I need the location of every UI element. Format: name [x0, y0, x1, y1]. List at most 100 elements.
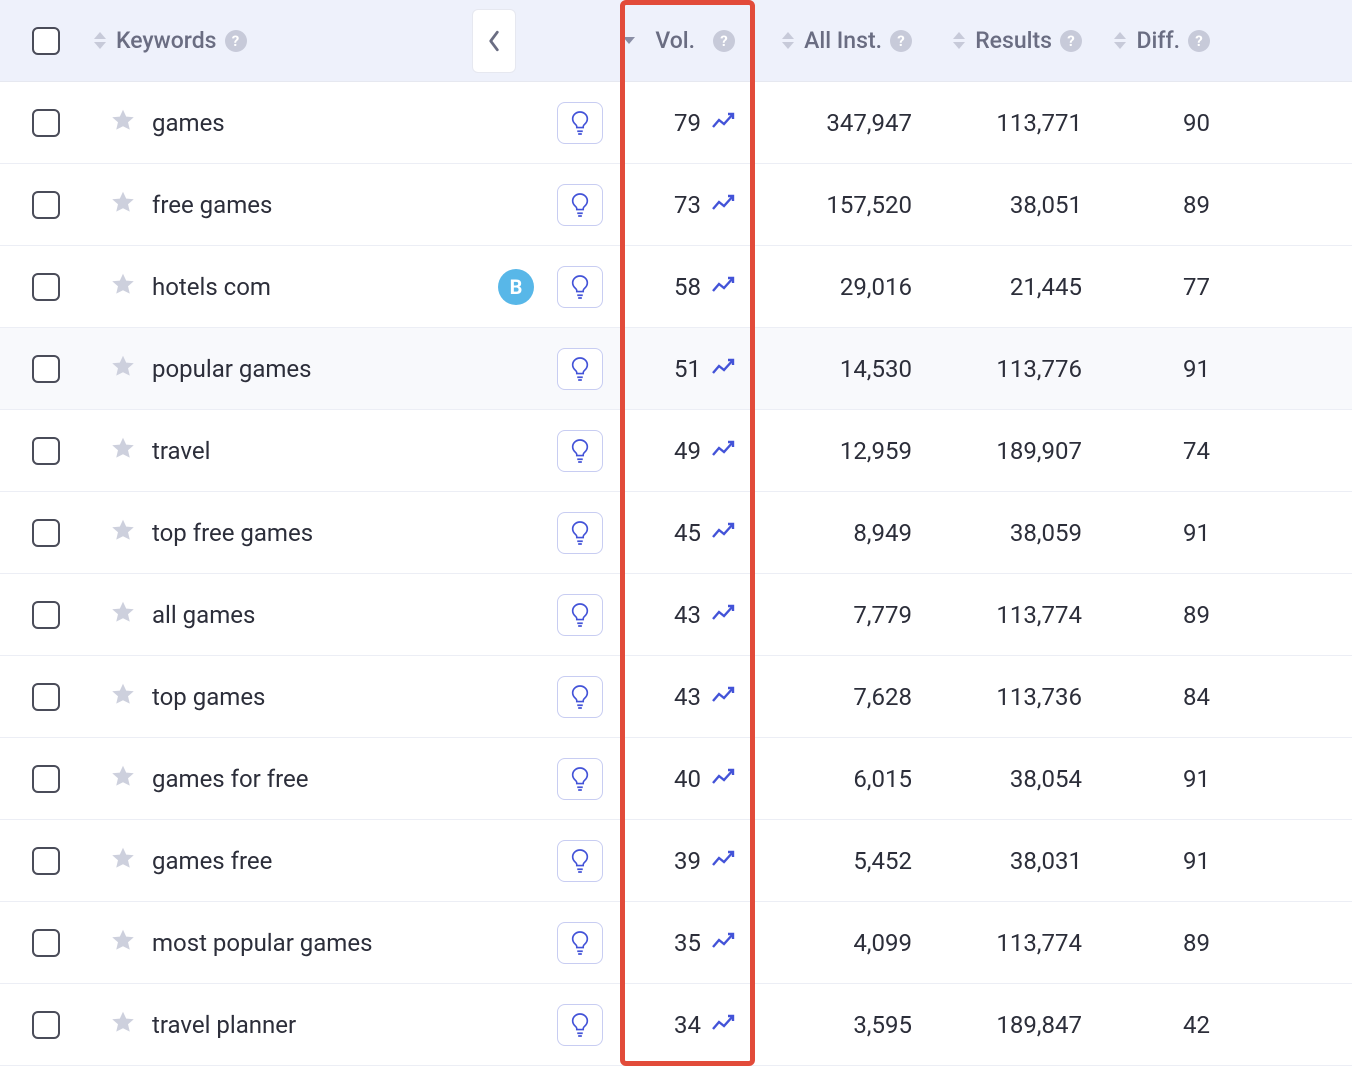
col-header-label: All Inst.: [804, 27, 882, 54]
hint-button[interactable]: [557, 594, 603, 636]
keyword-text[interactable]: free games: [152, 191, 272, 219]
table-row: free games 73 157,520 38,051 89: [0, 164, 1352, 246]
trend-icon[interactable]: [711, 929, 735, 957]
keyword-text[interactable]: travel planner: [152, 1011, 296, 1039]
keyword-text[interactable]: games free: [152, 847, 272, 875]
hint-button[interactable]: [557, 676, 603, 718]
keyword-text[interactable]: games: [152, 109, 225, 137]
keyword-text[interactable]: travel: [152, 437, 210, 465]
row-checkbox[interactable]: [32, 109, 60, 137]
col-header-keywords[interactable]: Keywords ?: [92, 9, 540, 73]
row-checkbox[interactable]: [32, 847, 60, 875]
collapse-button[interactable]: [472, 9, 516, 73]
hint-button[interactable]: [557, 266, 603, 308]
keyword-text[interactable]: hotels com: [152, 273, 271, 301]
star-icon[interactable]: [110, 599, 136, 631]
keyword-text[interactable]: popular games: [152, 355, 312, 383]
results-value: 38,059: [1010, 519, 1082, 547]
help-icon[interactable]: ?: [890, 30, 912, 52]
hint-button[interactable]: [557, 840, 603, 882]
help-icon[interactable]: ?: [1188, 30, 1210, 52]
star-icon[interactable]: [110, 107, 136, 139]
diff-value: 89: [1183, 601, 1210, 629]
trend-icon[interactable]: [711, 847, 735, 875]
star-icon[interactable]: [110, 681, 136, 713]
row-checkbox[interactable]: [32, 355, 60, 383]
hint-button[interactable]: [557, 512, 603, 554]
trend-icon[interactable]: [711, 601, 735, 629]
results-value: 113,774: [996, 929, 1082, 957]
star-icon[interactable]: [110, 189, 136, 221]
vol-value: 35: [674, 929, 701, 957]
star-icon[interactable]: [110, 763, 136, 795]
hint-button[interactable]: [557, 922, 603, 964]
keyword-text[interactable]: all games: [152, 601, 255, 629]
row-checkbox[interactable]: [32, 929, 60, 957]
results-value: 38,031: [1010, 847, 1082, 875]
col-header-vol[interactable]: Vol. ?: [620, 27, 755, 54]
keyword-text[interactable]: top free games: [152, 519, 313, 547]
results-value: 113,736: [996, 683, 1082, 711]
star-icon[interactable]: [110, 353, 136, 385]
trend-icon[interactable]: [711, 437, 735, 465]
row-checkbox[interactable]: [32, 273, 60, 301]
table-header: Keywords ? Vol. ? All Inst. ? Results ? …: [0, 0, 1352, 82]
keyword-text[interactable]: top games: [152, 683, 265, 711]
col-header-allinst[interactable]: All Inst. ?: [755, 27, 932, 54]
row-checkbox[interactable]: [32, 519, 60, 547]
sort-icon: [953, 32, 967, 50]
allinst-value: 7,779: [853, 601, 912, 629]
keyword-text[interactable]: most popular games: [152, 929, 372, 957]
trend-icon[interactable]: [711, 683, 735, 711]
row-checkbox[interactable]: [32, 1011, 60, 1039]
allinst-value: 14,530: [840, 355, 912, 383]
col-header-diff[interactable]: Diff. ?: [1102, 27, 1230, 54]
diff-value: 74: [1183, 437, 1210, 465]
trend-icon[interactable]: [711, 519, 735, 547]
help-icon[interactable]: ?: [225, 30, 247, 52]
results-value: 38,051: [1010, 191, 1082, 219]
allinst-value: 8,949: [853, 519, 912, 547]
help-icon[interactable]: ?: [713, 30, 735, 52]
table-row: travel planner 34 3,595 189,847 42: [0, 984, 1352, 1066]
row-checkbox[interactable]: [32, 437, 60, 465]
trend-icon[interactable]: [711, 109, 735, 137]
row-checkbox[interactable]: [32, 191, 60, 219]
hint-button[interactable]: [557, 348, 603, 390]
col-header-label: Vol.: [655, 27, 695, 54]
vol-value: 34: [674, 1011, 701, 1039]
col-header-label: Results: [975, 27, 1052, 54]
help-icon[interactable]: ?: [1060, 30, 1082, 52]
diff-value: 91: [1183, 847, 1210, 875]
results-value: 189,907: [996, 437, 1082, 465]
trend-icon[interactable]: [711, 191, 735, 219]
col-header-results[interactable]: Results ?: [932, 27, 1102, 54]
trend-icon[interactable]: [711, 355, 735, 383]
hint-button[interactable]: [557, 1004, 603, 1046]
hint-button[interactable]: [557, 102, 603, 144]
diff-value: 91: [1183, 355, 1210, 383]
allinst-value: 29,016: [840, 273, 912, 301]
allinst-value: 12,959: [840, 437, 912, 465]
hint-button[interactable]: [557, 430, 603, 472]
star-icon[interactable]: [110, 845, 136, 877]
hint-button[interactable]: [557, 758, 603, 800]
row-checkbox[interactable]: [32, 601, 60, 629]
star-icon[interactable]: [110, 927, 136, 959]
trend-icon[interactable]: [711, 273, 735, 301]
trend-icon[interactable]: [711, 1011, 735, 1039]
sort-icon: [782, 32, 796, 50]
diff-value: 84: [1183, 683, 1210, 711]
row-checkbox[interactable]: [32, 765, 60, 793]
star-icon[interactable]: [110, 271, 136, 303]
select-all-checkbox[interactable]: [32, 27, 60, 55]
row-checkbox[interactable]: [32, 683, 60, 711]
hint-button[interactable]: [557, 184, 603, 226]
star-icon[interactable]: [110, 517, 136, 549]
table-row: all games 43 7,779 113,774 89: [0, 574, 1352, 656]
allinst-value: 7,628: [853, 683, 912, 711]
star-icon[interactable]: [110, 1009, 136, 1041]
trend-icon[interactable]: [711, 765, 735, 793]
keyword-text[interactable]: games for free: [152, 765, 308, 793]
star-icon[interactable]: [110, 435, 136, 467]
